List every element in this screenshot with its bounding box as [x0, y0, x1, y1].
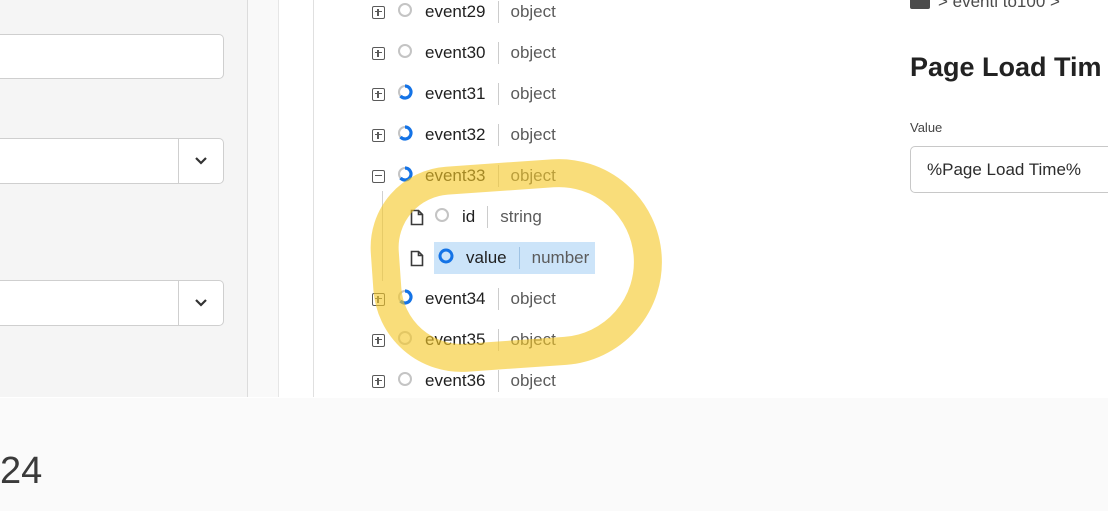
- field-name: event30: [425, 43, 486, 62]
- field-type: object: [510, 166, 556, 185]
- divider: [313, 0, 314, 397]
- field-type: object: [510, 84, 556, 103]
- mapping-status-icon: [434, 207, 450, 228]
- expand-icon[interactable]: [372, 5, 385, 19]
- expand-icon[interactable]: [372, 87, 385, 101]
- collapse-icon[interactable]: [372, 169, 385, 183]
- breadcrumb[interactable]: > eventl to100 >: [910, 0, 1060, 12]
- field-name: event31: [425, 84, 486, 103]
- expand-icon[interactable]: [372, 46, 385, 60]
- document-icon: [410, 209, 424, 225]
- tree-leaf-row[interactable]: id string: [410, 201, 542, 233]
- chevron-down-icon[interactable]: [178, 281, 223, 325]
- field-name: event29: [425, 2, 486, 21]
- separator: [497, 329, 499, 351]
- field-name: event34: [425, 289, 486, 308]
- separator: [518, 247, 520, 269]
- field-name: id: [462, 207, 476, 226]
- value-label: Value: [910, 120, 943, 135]
- tree-row[interactable]: event32 object: [372, 119, 556, 151]
- mapping-status-icon: [397, 165, 413, 187]
- field-type: object: [510, 125, 556, 144]
- mapping-status-icon: [397, 124, 413, 146]
- tree-row[interactable]: event30 object: [372, 37, 556, 69]
- mapping-status-icon: [397, 288, 413, 310]
- step-counter: 24: [0, 450, 43, 492]
- tree-guide-line: [382, 191, 383, 281]
- field-type: number: [531, 248, 590, 267]
- field-name: event36: [425, 371, 486, 390]
- expand-icon[interactable]: [372, 333, 385, 347]
- picker-2[interactable]: [0, 280, 224, 326]
- mapping-status-icon: [438, 248, 454, 269]
- separator: [497, 370, 499, 392]
- tree-leaf-row[interactable]: value number: [410, 242, 596, 274]
- field-type: string: [500, 207, 542, 226]
- tree-row[interactable]: event36 object: [372, 365, 556, 397]
- separator: [497, 83, 499, 105]
- document-icon: [410, 250, 424, 266]
- bottom-area: [0, 398, 1108, 511]
- value-input[interactable]: %Page Load Time%: [910, 146, 1108, 193]
- field-name: event33: [425, 166, 486, 185]
- selected-item[interactable]: value number: [434, 242, 596, 274]
- expand-icon[interactable]: [372, 374, 385, 388]
- chevron-down-icon[interactable]: [178, 139, 223, 183]
- value-input-text: %Page Load Time%: [927, 159, 1082, 179]
- field-type: object: [510, 43, 556, 62]
- separator: [497, 124, 499, 146]
- mapping-status-icon: [397, 330, 413, 351]
- panel-gutter: [248, 0, 279, 397]
- details-panel: > eventl to100 > Page Load Tim Value %Pa…: [910, 0, 1108, 397]
- separator: [497, 165, 499, 187]
- tree-row[interactable]: event31 object: [372, 78, 556, 110]
- field-type: object: [510, 371, 556, 390]
- field-name: event35: [425, 330, 486, 349]
- mapping-status-icon: [397, 43, 413, 64]
- mapping-status-icon: [397, 2, 413, 23]
- folder-icon: [910, 0, 930, 9]
- tree-row[interactable]: event35 object: [372, 324, 556, 356]
- page-title: Page Load Tim: [910, 52, 1102, 82]
- schema-tree: event29 object event30 object event31 object e…: [372, 0, 672, 397]
- mapping-status-icon: [397, 371, 413, 392]
- separator: [497, 1, 499, 23]
- field-type: object: [510, 330, 556, 349]
- left-settings-panel: [0, 0, 248, 397]
- tree-row[interactable]: event34 object: [372, 283, 556, 315]
- separator: [497, 42, 499, 64]
- breadcrumb-text[interactable]: > eventl to100 >: [938, 0, 1060, 12]
- tree-row[interactable]: event29 object: [372, 0, 556, 28]
- field-type: object: [510, 289, 556, 308]
- separator: [497, 288, 499, 310]
- tree-row[interactable]: event33 object: [372, 160, 556, 192]
- field-type: object: [510, 2, 556, 21]
- field-name: value: [466, 248, 507, 267]
- field-name: event32: [425, 125, 486, 144]
- separator: [487, 206, 489, 228]
- text-field[interactable]: [0, 34, 224, 79]
- picker-1[interactable]: [0, 138, 224, 184]
- expand-icon[interactable]: [372, 128, 385, 142]
- mapping-status-icon: [397, 83, 413, 105]
- expand-icon[interactable]: [372, 292, 385, 306]
